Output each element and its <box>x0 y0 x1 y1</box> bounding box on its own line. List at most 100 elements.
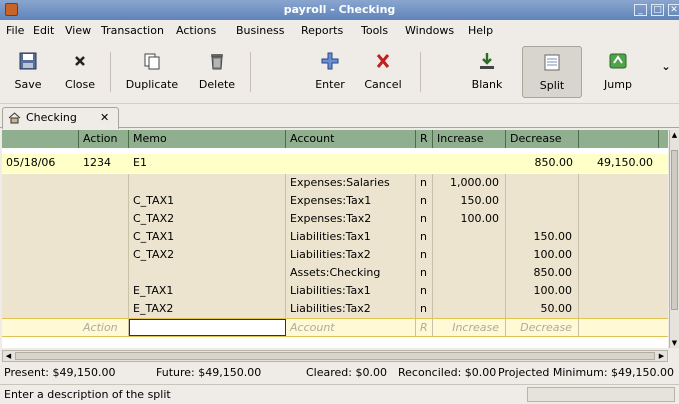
blank-split-decrease[interactable]: Decrease <box>506 319 579 336</box>
blank-split-memo-input[interactable] <box>129 319 286 336</box>
split-memo[interactable]: C_TAX2 <box>129 210 286 228</box>
split-reconcile[interactable]: n <box>416 282 433 300</box>
transaction-decrease[interactable]: 850.00 <box>506 154 579 173</box>
split-action[interactable] <box>79 264 129 282</box>
split-reconcile[interactable]: n <box>416 264 433 282</box>
scroll-left-icon[interactable]: ◀ <box>3 351 14 361</box>
split-increase[interactable]: 100.00 <box>433 210 506 228</box>
split-row[interactable]: C_TAX1 Expenses:Tax1 n 150.00 <box>2 192 668 210</box>
split-account[interactable]: Liabilities:Tax1 <box>286 282 416 300</box>
split-decrease[interactable] <box>506 210 579 228</box>
split-account[interactable]: Liabilities:Tax2 <box>286 246 416 264</box>
menu-view[interactable]: View <box>65 24 91 37</box>
menu-business[interactable]: Business <box>236 24 285 37</box>
scroll-right-icon[interactable]: ▶ <box>656 351 667 361</box>
horizontal-scroll-thumb[interactable] <box>15 352 655 360</box>
split-decrease[interactable] <box>506 174 579 192</box>
duplicate-button[interactable]: Duplicate <box>118 46 186 98</box>
jump-button[interactable]: Jump <box>592 46 644 98</box>
split-action[interactable] <box>79 174 129 192</box>
split-memo[interactable] <box>129 264 286 282</box>
enter-button[interactable]: Enter <box>306 46 354 98</box>
split-action[interactable] <box>79 210 129 228</box>
split-action[interactable] <box>79 192 129 210</box>
split-action[interactable] <box>79 300 129 318</box>
split-increase[interactable] <box>433 246 506 264</box>
close-window-button[interactable]: ✕ <box>668 4 679 16</box>
split-row[interactable]: Assets:Checking n 850.00 <box>2 264 668 282</box>
toolbar-overflow-button[interactable]: ⌄ <box>656 46 676 98</box>
cancel-button[interactable]: Cancel <box>358 46 408 98</box>
split-memo[interactable]: C_TAX1 <box>129 228 286 246</box>
horizontal-scrollbar[interactable]: ◀ ▶ <box>2 350 668 362</box>
transaction-num[interactable]: 1234 <box>79 154 129 173</box>
split-row[interactable]: E_TAX2 Liabilities:Tax2 n 50.00 <box>2 300 668 318</box>
split-reconcile[interactable]: n <box>416 246 433 264</box>
blank-split-reconcile[interactable]: R <box>416 319 433 336</box>
split-decrease[interactable]: 150.00 <box>506 228 579 246</box>
menu-edit[interactable]: Edit <box>33 24 54 37</box>
blank-split-row[interactable]: Action Account R Increase Decrease <box>2 318 668 337</box>
split-increase[interactable]: 1,000.00 <box>433 174 506 192</box>
split-reconcile[interactable]: n <box>416 174 433 192</box>
split-button[interactable]: Split <box>522 46 582 98</box>
vertical-scroll-thumb[interactable] <box>671 150 678 310</box>
split-increase[interactable] <box>433 264 506 282</box>
tab-checking[interactable]: Checking ✕ <box>2 107 119 129</box>
split-account[interactable]: Expenses:Tax1 <box>286 192 416 210</box>
menu-actions[interactable]: Actions <box>176 24 216 37</box>
blank-button[interactable]: Blank <box>462 46 512 98</box>
split-decrease[interactable]: 100.00 <box>506 246 579 264</box>
split-decrease[interactable]: 100.00 <box>506 282 579 300</box>
transaction-row[interactable]: 05/18/06 1234 E1 850.00 49,150.00 <box>2 154 668 173</box>
split-memo[interactable]: C_TAX1 <box>129 192 286 210</box>
split-row[interactable]: C_TAX2 Expenses:Tax2 n 100.00 <box>2 210 668 228</box>
split-account[interactable]: Assets:Checking <box>286 264 416 282</box>
menu-tools[interactable]: Tools <box>361 24 388 37</box>
split-memo[interactable]: E_TAX2 <box>129 300 286 318</box>
split-reconcile[interactable]: n <box>416 192 433 210</box>
split-reconcile[interactable]: n <box>416 228 433 246</box>
split-memo[interactable] <box>129 174 286 192</box>
split-reconcile[interactable]: n <box>416 300 433 318</box>
split-decrease[interactable] <box>506 192 579 210</box>
minimize-button[interactable]: _ <box>634 4 647 16</box>
split-memo[interactable]: C_TAX2 <box>129 246 286 264</box>
blank-split-account[interactable]: Account <box>286 319 416 336</box>
split-reconcile[interactable]: n <box>416 210 433 228</box>
split-memo[interactable]: E_TAX1 <box>129 282 286 300</box>
split-increase[interactable] <box>433 228 506 246</box>
menu-file[interactable]: File <box>6 24 24 37</box>
delete-button[interactable]: Delete <box>192 46 242 98</box>
transaction-increase[interactable] <box>433 154 506 173</box>
split-action[interactable] <box>79 282 129 300</box>
tab-close-icon[interactable]: ✕ <box>100 111 109 124</box>
transaction-description[interactable]: E1 <box>129 154 286 173</box>
vertical-scrollbar[interactable]: ▲ ▼ <box>669 130 679 348</box>
split-account[interactable]: Liabilities:Tax2 <box>286 300 416 318</box>
split-action[interactable] <box>79 246 129 264</box>
split-account[interactable]: Expenses:Tax2 <box>286 210 416 228</box>
blank-split-increase[interactable]: Increase <box>433 319 506 336</box>
menu-reports[interactable]: Reports <box>301 24 343 37</box>
scroll-down-icon[interactable]: ▼ <box>670 338 679 348</box>
split-decrease[interactable]: 50.00 <box>506 300 579 318</box>
maximize-button[interactable]: □ <box>651 4 664 16</box>
close-button[interactable]: Close <box>56 46 104 98</box>
split-row[interactable]: Expenses:Salaries n 1,000.00 <box>2 174 668 192</box>
blank-split-action[interactable]: Action <box>79 319 129 336</box>
split-row[interactable]: C_TAX1 Liabilities:Tax1 n 150.00 <box>2 228 668 246</box>
save-button[interactable]: Save <box>4 46 52 98</box>
split-increase[interactable]: 150.00 <box>433 192 506 210</box>
split-increase[interactable] <box>433 300 506 318</box>
split-account[interactable]: Liabilities:Tax1 <box>286 228 416 246</box>
split-account[interactable]: Expenses:Salaries <box>286 174 416 192</box>
menu-windows[interactable]: Windows <box>405 24 454 37</box>
transaction-date[interactable]: 05/18/06 <box>2 154 79 173</box>
split-row[interactable]: E_TAX1 Liabilities:Tax1 n 100.00 <box>2 282 668 300</box>
split-action[interactable] <box>79 228 129 246</box>
split-increase[interactable] <box>433 282 506 300</box>
split-row[interactable]: C_TAX2 Liabilities:Tax2 n 100.00 <box>2 246 668 264</box>
split-decrease[interactable]: 850.00 <box>506 264 579 282</box>
menu-help[interactable]: Help <box>468 24 493 37</box>
